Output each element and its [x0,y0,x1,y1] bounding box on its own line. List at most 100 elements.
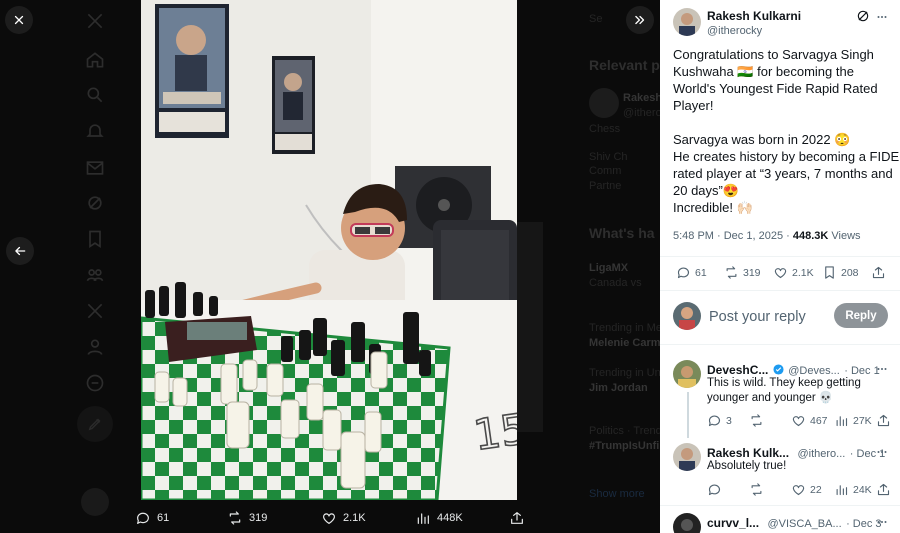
divider [660,344,900,345]
grok-button[interactable] [856,9,870,23]
reply-avatar[interactable] [673,443,701,471]
reply-reply-button[interactable]: 3 [707,413,732,428]
reply-avatar[interactable] [673,360,701,388]
reply-submit-button[interactable]: Reply [834,303,888,328]
reply-repost-button[interactable] [749,413,768,428]
media-views-button[interactable]: 448K [415,508,463,528]
background-sidebar: Se Relevant p Rakesh @ithero Chess Shiv … [517,0,660,533]
reply-author-handle[interactable]: @ithero... [797,448,845,460]
chess-photo-illustration: 15 [141,0,517,500]
reply-more-button[interactable] [876,362,888,380]
search-icon [84,84,106,106]
views-label: Views [831,230,861,242]
media-repost-button[interactable]: 319 [227,508,267,528]
reply-author-name[interactable]: DeveshC... [707,363,768,377]
thread-line [687,392,689,438]
collapse-panel-button[interactable] [626,6,654,34]
reply-more-button[interactable] [876,515,888,533]
post-detail-panel: Rakesh Kulkarni @itherocky Congratulatio… [660,0,900,533]
reply-more-button[interactable] [876,445,888,463]
post-timestamp[interactable]: 5:48 PM · Dec 1, 2025 · [673,230,790,242]
whats-happening-header: What's ha [589,225,655,241]
heart-icon [774,268,787,279]
reply-author-name[interactable]: Rakesh Kulk... [707,446,789,460]
compose-icon [77,406,113,442]
premium-x-icon [84,300,106,322]
more-nav-icon [84,372,106,394]
more-icon [877,521,887,523]
background-nav [72,0,120,533]
reply-views-button[interactable]: 24K [834,482,872,497]
double-chevron-right-icon [635,15,645,25]
divider [660,505,900,506]
previous-media-button[interactable] [6,237,34,265]
reply-input[interactable] [709,306,831,328]
share-button[interactable] [871,265,886,280]
reply-icon [708,484,721,496]
close-button[interactable] [5,6,33,34]
share-icon [877,483,890,496]
post-meta: 5:48 PM · Dec 1, 2025 · 448.3K Views [673,230,861,242]
reply-reply-button[interactable] [707,482,726,497]
grok-nav-icon [84,192,106,214]
table-number: 15 [471,404,517,460]
media-reply-button[interactable]: 61 [135,508,169,528]
more-icon [877,16,887,18]
repost-button[interactable]: 319 [724,265,761,280]
reply-author-name[interactable]: curvv_l... [707,516,759,530]
reply-icon [677,267,690,279]
arrow-left-icon [15,246,26,256]
repost-icon [229,511,241,525]
reply-text: Absolutely true! [707,460,787,472]
repost-icon [726,266,737,279]
relevant-header: Relevant p [589,57,660,73]
heart-icon [792,416,805,427]
account-avatar [81,488,109,516]
share-icon [872,266,885,279]
reply-repost-button[interactable] [749,482,768,497]
bell-icon [84,120,106,142]
divider [660,290,900,291]
author-name[interactable]: Rakesh Kulkarni [707,9,801,23]
author-handle[interactable]: @itherocky [707,25,762,37]
media-like-button[interactable]: 2.1K [321,508,366,528]
reply-avatar[interactable] [673,513,701,533]
post-text: Congratulations to Sarvagya Singh Kushwa… [673,47,900,215]
reply-author-handle[interactable]: @VISCA_BA... [767,518,841,530]
background-search-text: Se [589,13,603,25]
reply-header: curvv_l... @VISCA_BA... · Dec 3 [707,514,882,532]
post-photo[interactable]: 15 [141,0,517,500]
repost-icon [751,414,762,427]
media-share-button[interactable] [509,508,525,528]
more-icon [877,451,887,453]
x-logo-icon [84,10,106,32]
views-icon [417,513,429,524]
reply-share-button[interactable] [876,413,891,428]
views-icon [836,485,848,496]
reply-icon [137,512,149,524]
heart-icon [792,485,805,496]
reply-button[interactable]: 61 [676,265,707,280]
mail-icon [84,157,106,179]
media-action-bar: 61 319 2.1K 448K [135,504,530,532]
reply-like-button[interactable]: 22 [791,482,822,497]
share-icon [877,414,890,427]
communities-icon [84,264,106,286]
close-icon [14,15,24,25]
more-icon [877,368,887,370]
repost-icon [751,483,762,496]
author-avatar[interactable] [673,8,701,36]
bookmark-button[interactable]: 208 [822,265,859,280]
reply-share-button[interactable] [876,482,891,497]
reply-icon [708,415,721,427]
viewer-avatar [673,302,701,330]
reply-like-button[interactable]: 467 [791,413,828,428]
profile-icon [84,336,106,358]
share-icon [511,512,523,524]
post-more-button[interactable] [876,10,888,28]
like-button[interactable]: 2.1K [773,265,814,280]
heart-icon [323,513,335,524]
grok-icon [857,10,869,22]
reply-views-button[interactable]: 27K [834,413,872,428]
bookmark-nav-icon [84,228,106,250]
